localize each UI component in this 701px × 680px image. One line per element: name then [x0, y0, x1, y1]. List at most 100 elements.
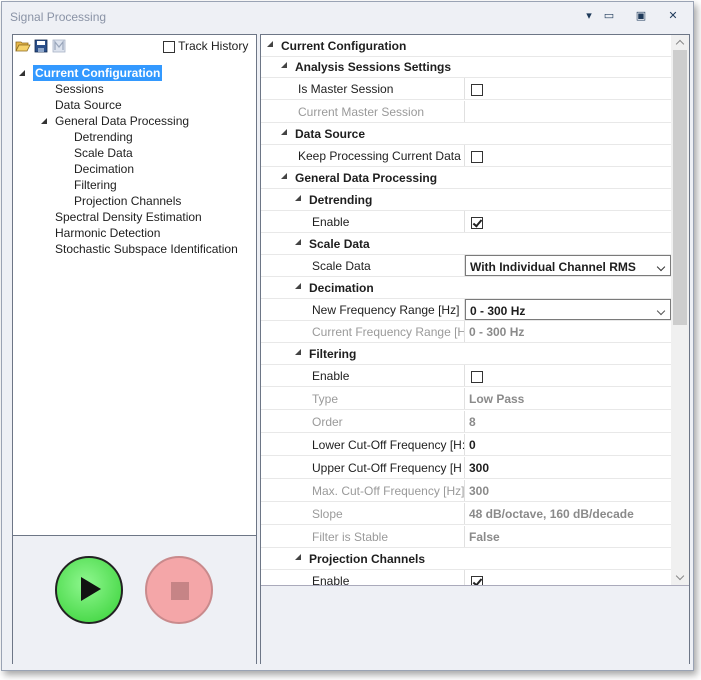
tree-item-label: Data Source [55, 98, 122, 112]
property-lower-cutoff[interactable]: Lower Cut-Off Frequency [H: 0 [261, 434, 671, 456]
is-master-session-checkbox[interactable] [471, 83, 483, 96]
stop-icon [171, 582, 189, 600]
tree-item-harmonic-detection[interactable]: Harmonic Detection [55, 225, 160, 241]
track-history-checkbox[interactable] [163, 40, 175, 53]
category-decimation[interactable]: Decimation [261, 277, 671, 299]
scrollbar-thumb[interactable] [673, 50, 687, 325]
tree-item-detrending[interactable]: Detrending [74, 129, 133, 145]
property-value[interactable] [465, 145, 671, 166]
lower-cutoff-input[interactable]: 0 [465, 434, 671, 455]
play-button[interactable] [55, 556, 123, 624]
category-analysis-sessions-settings[interactable]: Analysis Sessions Settings [261, 56, 671, 78]
collapse-triangle-icon[interactable] [281, 173, 287, 179]
property-slope: Slope 48 dB/octave, 160 dB/decade [261, 503, 671, 525]
expand-triangle-icon[interactable] [19, 70, 25, 76]
property-label: Type [309, 388, 465, 409]
macro-icon[interactable] [51, 38, 67, 54]
keep-processing-checkbox[interactable] [471, 150, 483, 163]
property-value: 0 - 300 Hz [469, 325, 525, 339]
property-label: New Frequency Range [Hz] [309, 299, 465, 320]
property-value[interactable] [465, 78, 671, 99]
property-grid: Current Configuration Analysis Sessions … [261, 35, 671, 585]
minimize-icon[interactable]: ▭ [600, 8, 618, 24]
play-icon [81, 577, 101, 601]
close-icon[interactable]: ✕ [664, 8, 682, 24]
collapse-triangle-icon[interactable] [295, 239, 301, 245]
filtering-enable-checkbox[interactable] [471, 370, 483, 383]
collapse-triangle-icon[interactable] [295, 283, 301, 289]
expand-triangle-icon[interactable] [41, 118, 47, 124]
property-filtering-enable[interactable]: Enable [261, 365, 671, 387]
property-label: Lower Cut-Off Frequency [H: [309, 434, 465, 455]
category-filtering[interactable]: Filtering [261, 343, 671, 365]
scale-data-dropdown[interactable]: With Individual Channel RMS [465, 255, 671, 276]
maximize-icon[interactable]: ▣ [632, 8, 650, 24]
open-folder-icon[interactable] [15, 38, 31, 54]
property-new-frequency-range[interactable]: New Frequency Range [Hz] 0 - 300 Hz [261, 299, 671, 321]
collapse-triangle-icon[interactable] [295, 349, 301, 355]
category-title: Projection Channels [309, 552, 426, 566]
collapse-triangle-icon[interactable] [281, 62, 287, 68]
scroll-down-icon[interactable] [675, 571, 685, 581]
tree-item-label: Detrending [74, 130, 133, 144]
tree-item-decimation[interactable]: Decimation [74, 161, 134, 177]
property-value [465, 101, 671, 122]
dropdown-arrow-icon[interactable]: ▾ [580, 8, 598, 24]
property-value[interactable] [465, 365, 671, 386]
chevron-down-icon[interactable] [656, 262, 666, 272]
collapse-triangle-icon[interactable] [281, 129, 287, 135]
property-max-cutoff: Max. Cut-Off Frequency [Hz] 300 [261, 480, 671, 502]
navigation-toolbar: Track History [13, 35, 256, 57]
property-keep-processing[interactable]: Keep Processing Current Data [261, 145, 671, 167]
tree-item-sessions[interactable]: Sessions [55, 81, 104, 97]
tree-item-label: Current Configuration [33, 65, 163, 81]
category-general-data-processing[interactable]: General Data Processing [261, 167, 671, 189]
tree-item-stochastic-subspace-identification[interactable]: Stochastic Subspace Identification [55, 241, 238, 257]
save-icon[interactable] [33, 38, 49, 54]
projection-enable-checkbox[interactable] [471, 575, 483, 585]
vertical-scrollbar[interactable] [671, 35, 689, 585]
property-current-master-session: Current Master Session [261, 101, 671, 123]
property-scale-data[interactable]: Scale Data With Individual Channel RMS [261, 255, 671, 277]
property-value: 48 dB/octave, 160 dB/decade [469, 507, 634, 521]
property-grid-pane: Current Configuration Analysis Sessions … [260, 34, 690, 664]
property-label: Enable [309, 365, 465, 386]
tree-item-filtering[interactable]: Filtering [74, 177, 117, 193]
collapse-triangle-icon[interactable] [295, 554, 301, 560]
title-bar: Signal Processing ▾ ▭ ▣ ✕ [2, 2, 693, 30]
property-label: Filter is Stable [309, 526, 465, 547]
property-upper-cutoff[interactable]: Upper Cut-Off Frequency [H 300 [261, 457, 671, 479]
category-data-source[interactable]: Data Source [261, 123, 671, 145]
collapse-triangle-icon[interactable] [267, 41, 273, 47]
new-frequency-range-value: 0 - 300 Hz [470, 304, 526, 318]
property-value[interactable] [465, 211, 671, 232]
property-detrending-enable[interactable]: Enable [261, 211, 671, 233]
category-detrending[interactable]: Detrending [261, 189, 671, 211]
category-title: Detrending [309, 193, 373, 207]
tree-item-scale-data[interactable]: Scale Data [74, 145, 133, 161]
chevron-down-icon[interactable] [656, 306, 666, 316]
property-projection-enable[interactable]: Enable [261, 570, 671, 585]
property-label: Current Frequency Range [H [309, 321, 465, 342]
scroll-up-icon[interactable] [675, 39, 685, 49]
category-current-configuration[interactable]: Current Configuration [261, 35, 671, 57]
tree-item-data-source[interactable]: Data Source [55, 97, 122, 113]
category-title: Filtering [309, 347, 357, 361]
signal-processing-window: Signal Processing ▾ ▭ ▣ ✕ Track History … [1, 1, 694, 671]
tree-item-label: General Data Processing [55, 114, 190, 128]
property-is-master-session[interactable]: Is Master Session [261, 78, 671, 100]
property-label: Upper Cut-Off Frequency [H [309, 457, 465, 478]
category-scale-data[interactable]: Scale Data [261, 233, 671, 255]
new-frequency-range-dropdown[interactable]: 0 - 300 Hz [465, 299, 671, 320]
tree-item-spectral-density-estimation[interactable]: Spectral Density Estimation [55, 209, 202, 225]
collapse-triangle-icon[interactable] [295, 195, 301, 201]
tree-item-label: Sessions [55, 82, 104, 96]
detrending-enable-checkbox[interactable] [471, 216, 483, 229]
tree-item-label: Scale Data [74, 146, 133, 160]
property-value[interactable] [465, 570, 671, 585]
upper-cutoff-input[interactable]: 300 [465, 457, 671, 478]
stop-button[interactable] [145, 556, 213, 624]
category-projection-channels[interactable]: Projection Channels [261, 548, 671, 570]
tree-item-projection-channels[interactable]: Projection Channels [74, 193, 181, 209]
track-history-toggle[interactable]: Track History [163, 39, 248, 53]
